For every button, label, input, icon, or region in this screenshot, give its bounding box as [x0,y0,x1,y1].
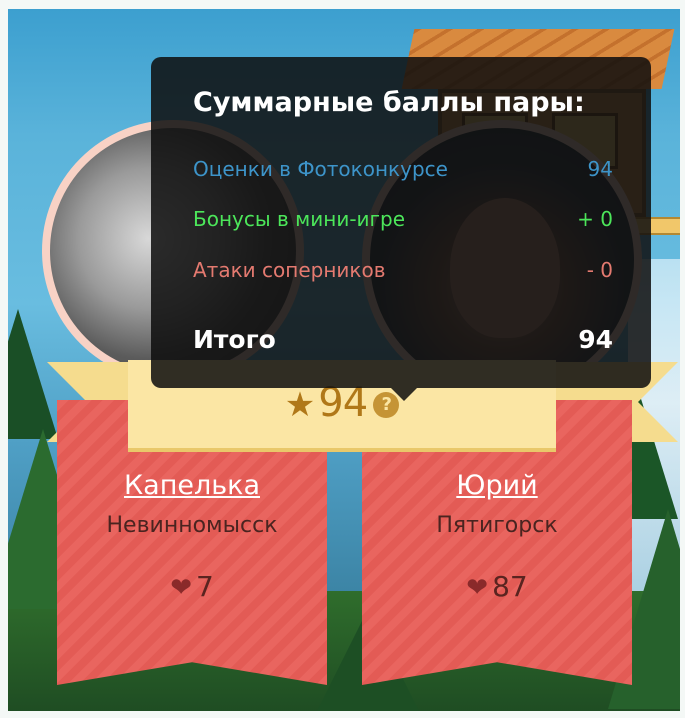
tooltip-title: Суммарные баллы пары: [193,87,585,118]
player-city: Пятигорск [436,513,558,538]
likes-count: 7 [195,570,214,603]
player-likes: ❤ 87 [362,570,632,603]
row-label: Оценки в Фотоконкурсе [193,157,448,181]
heart-icon: ❤ [170,573,192,603]
row-value: 94 [587,157,613,181]
heart-icon: ❤ [466,573,489,603]
score-breakdown-tooltip: Суммарные баллы пары: Оценки в Фотоконку… [151,57,651,401]
row-label: Атаки соперников [193,258,386,282]
tooltip-row-total: Итого 94 [193,325,613,354]
tooltip-row-photo-contest: Оценки в Фотоконкурсе 94 [193,157,613,181]
row-value: + 0 [577,207,613,231]
player-city: Невинномысск [106,513,278,538]
row-value: - 0 [586,258,613,282]
tooltip-row-attacks: Атаки соперников - 0 [193,258,613,282]
row-label: Бонусы в мини-игре [193,207,406,231]
player-name-link[interactable]: Юрий [362,470,632,501]
total-value: 94 [578,325,613,354]
total-label: Итого [193,325,276,354]
tooltip-row-minigame-bonus: Бонусы в мини-игре + 0 [193,207,613,231]
player-likes: ❤ 7 [57,570,327,603]
player-name-link[interactable]: Капелька [57,470,327,501]
star-icon: ★ [284,385,316,425]
likes-count: 87 [492,570,528,603]
